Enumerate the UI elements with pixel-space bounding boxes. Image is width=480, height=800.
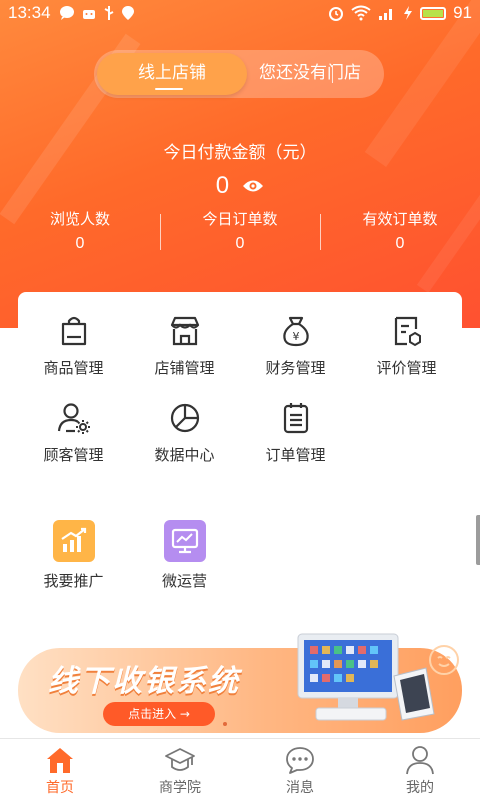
store-switcher: 线上店铺 您还没有门店: [94, 50, 384, 98]
stat-value: 0: [395, 235, 405, 252]
pos-system-banner[interactable]: 线下收银系统 点击进入 →: [18, 633, 462, 733]
payment-amount-row: 0: [0, 172, 480, 200]
clipboard-list-icon: [283, 403, 308, 434]
menu-item-promotion[interactable]: 我要推广: [18, 520, 129, 591]
menu-item-order-management[interactable]: 订单管理: [240, 400, 351, 465]
monitor-icon: [163, 520, 206, 562]
tab-label: 商学院: [159, 780, 201, 796]
battery-icon: [420, 6, 447, 20]
usb-icon: [104, 6, 113, 20]
charging-icon: [404, 6, 413, 20]
tab-label: 消息: [286, 780, 314, 796]
status-time: 13:34: [8, 3, 51, 22]
eye-icon[interactable]: [242, 178, 264, 194]
stat-today-orders[interactable]: 今日订单数 0: [160, 208, 320, 258]
menu-item-label: 评价管理: [376, 359, 437, 377]
chat-bubble-icon: [286, 747, 314, 774]
tab-home[interactable]: 首页: [0, 739, 120, 800]
tab-offline-store[interactable]: 您还没有门店: [259, 50, 374, 98]
tab-label: 我的: [406, 780, 434, 796]
menu-item-product-management[interactable]: 商品管理: [18, 313, 129, 378]
banner-title: 线下收银系统: [48, 664, 240, 699]
menu-item-label: 财务管理: [265, 359, 326, 377]
location-icon: [121, 6, 134, 20]
menu-item-label: 我要推广: [43, 572, 104, 590]
status-bar: 13:34 91: [0, 0, 480, 26]
android-icon: [82, 10, 95, 19]
menu-item-data-center[interactable]: 数据中心: [129, 400, 240, 465]
menu-item-label: 商品管理: [43, 359, 104, 377]
stat-divider: [320, 214, 321, 250]
pos-terminal-illustration: [297, 633, 459, 721]
tab-online-store[interactable]: 线上店铺: [97, 50, 247, 98]
bottom-tab-bar: 首页 商学院 消息 我的: [0, 738, 480, 800]
tab-profile[interactable]: 我的: [360, 739, 480, 800]
menu-item-review-management[interactable]: 评价管理: [351, 313, 462, 378]
person-icon: [406, 746, 434, 775]
chat-notification-icon: [59, 6, 74, 20]
graduation-cap-icon: [165, 748, 195, 771]
menu-item-label: 店铺管理: [154, 359, 215, 377]
menu-item-micro-operation[interactable]: 微运营: [129, 520, 240, 591]
stat-value: 0: [235, 235, 245, 252]
menu-item-label: 顾客管理: [43, 446, 104, 464]
menu-item-store-management[interactable]: 店铺管理: [129, 313, 240, 378]
menu-item-label: 数据中心: [154, 446, 215, 464]
menu-item-finance-management[interactable]: ¥ 财务管理: [240, 313, 351, 378]
signal-icon: [379, 9, 393, 20]
payment-amount-title: 今日付款金额（元）: [163, 143, 317, 163]
tab-label: 首页: [46, 780, 74, 796]
banner-enter-button[interactable]: 点击进入 →: [103, 702, 215, 726]
tab-business-school[interactable]: 商学院: [120, 739, 240, 800]
stat-visitors[interactable]: 浏览人数 0: [0, 208, 160, 258]
payment-amount-value: 0: [215, 172, 230, 199]
review-icon: [394, 316, 421, 347]
customer-settings-icon: [57, 403, 90, 434]
stat-label: 今日订单数: [202, 210, 278, 228]
tab-messages[interactable]: 消息: [240, 739, 360, 800]
stat-valid-orders[interactable]: 有效订单数 0: [320, 208, 480, 258]
stat-label: 浏览人数: [49, 210, 110, 228]
storefront-icon: [170, 316, 199, 346]
promotion-chart-icon: [52, 520, 95, 562]
alarm-icon: [329, 7, 344, 21]
scroll-edge-indicator: [476, 515, 480, 565]
money-bag-icon: ¥: [282, 316, 309, 347]
stat-label: 有效订单数: [362, 210, 438, 228]
shopping-bag-icon: [61, 316, 86, 346]
home-icon: [47, 748, 73, 773]
menu-item-label: 微运营: [161, 572, 207, 590]
battery-level: 91: [453, 3, 472, 22]
stat-divider: [160, 214, 161, 250]
stat-value: 0: [75, 235, 85, 252]
stats-row: 浏览人数 0 今日订单数 0 有效订单数 0: [0, 208, 480, 258]
menu-item-label: 订单管理: [265, 446, 326, 464]
banner-indicator: [223, 722, 227, 726]
svg-text:¥: ¥: [292, 330, 299, 343]
pie-chart-icon: [170, 403, 199, 433]
wifi-icon: [351, 5, 371, 21]
menu-item-customer-management[interactable]: 顾客管理: [18, 400, 129, 465]
